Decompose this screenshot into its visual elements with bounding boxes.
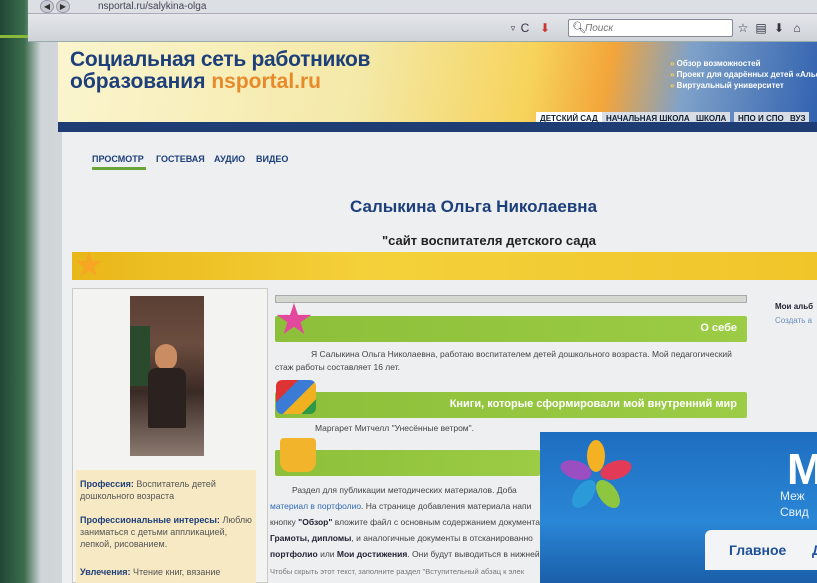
- overlay-sub-line-1: Меж: [780, 489, 805, 503]
- diplomas-label: Грамоты, дипломы: [270, 533, 352, 543]
- forward-button[interactable]: ▶: [56, 0, 70, 13]
- books-icon: [276, 380, 316, 414]
- pencil-cup-icon: [280, 438, 316, 472]
- url-text[interactable]: nsportal.ru/salykina-olga: [98, 1, 206, 12]
- screen: { "browser": { "url": "nsportal.ru/salyk…: [0, 0, 817, 583]
- header-link-project[interactable]: Проект для одарённых детей «Альф: [670, 69, 817, 80]
- logo-brand: nsportal.ru: [211, 70, 321, 93]
- interests-label: Профессиональные интересы:: [80, 515, 220, 525]
- photo-body: [148, 368, 186, 428]
- back-button[interactable]: ◀: [40, 0, 54, 13]
- overlay-logo-subtitle: Меж Свид: [780, 488, 809, 520]
- header-link-overview[interactable]: Обзор возможностей: [670, 58, 817, 69]
- profession-label: Профессия:: [80, 479, 134, 489]
- about-section-title: О себе: [700, 322, 737, 334]
- profile-hobbies: Увлечения: Чтение книг, вязание: [80, 566, 252, 578]
- add-material-link[interactable]: материал в портфолио: [270, 501, 361, 511]
- address-bar[interactable]: ◀ ▶ nsportal.ru/salykina-olga: [28, 0, 817, 14]
- clipboard-icon[interactable]: ▤: [754, 20, 768, 36]
- materials-line-4: Грамоты, дипломы, и аналогичные документ…: [270, 532, 540, 545]
- materials-or: или: [317, 549, 337, 559]
- browser-toolbar: ▿ C ⬇ 🔍︎ ☆ ▤ ⬇ ⌂: [28, 14, 817, 42]
- site-header: Социальная сеть работников образования n…: [58, 42, 817, 122]
- overlay-sub-line-2: Свид: [780, 505, 809, 519]
- reload-button[interactable]: C: [518, 20, 532, 36]
- tab-audio[interactable]: АУДИО: [214, 154, 245, 164]
- overlay-nav: Главное: [705, 530, 817, 570]
- logo-title[interactable]: Социальная сеть работников: [70, 48, 370, 72]
- materials-line-1: Раздел для публикации методических матер…: [292, 485, 517, 495]
- materials-line-5: портфолио или Мои достижения. Они будут …: [270, 548, 540, 561]
- portfolio-label: портфолио: [270, 549, 318, 559]
- hobbies-value: Чтение книг, вязание: [133, 567, 221, 577]
- about-section-header: О себе: [275, 316, 747, 342]
- overlay-nav-main[interactable]: Главное: [729, 542, 786, 558]
- addon-icon[interactable]: ⬇: [538, 20, 552, 36]
- photo-head: [155, 344, 177, 370]
- albums-title: Мои альб: [775, 302, 814, 311]
- tab-view[interactable]: ПРОСМОТР: [92, 154, 144, 164]
- hobbies-label: Увлечения:: [80, 567, 131, 577]
- download-icon[interactable]: ⬇: [772, 20, 786, 36]
- materials-line-2: материал в портфолио. На странице добавл…: [270, 500, 540, 513]
- flower-logo-icon: [560, 440, 632, 508]
- logo-subtitle-text: образования: [70, 70, 212, 93]
- bookmark-star-icon[interactable]: ☆: [736, 20, 750, 36]
- photo-tree: [130, 326, 150, 386]
- header-link-university[interactable]: Виртуальный университет: [670, 80, 817, 91]
- books-section-header: Книги, которые сформировали мой внутренн…: [275, 392, 747, 418]
- active-tab-indicator: [92, 167, 146, 170]
- avatar[interactable]: [130, 296, 204, 456]
- materials-line-3: кнопку "Обзор" вложите файл с основным с…: [270, 516, 540, 529]
- materials-line-4-text: , и аналогичные документы в отсканирован…: [351, 533, 533, 543]
- search-box[interactable]: 🔍︎: [568, 19, 733, 37]
- books-section-title: Книги, которые сформировали мой внутренн…: [449, 398, 737, 410]
- create-album-link[interactable]: Создать а: [775, 314, 813, 328]
- home-icon[interactable]: ⌂: [790, 20, 804, 36]
- materials-hint: Чтобы скрыть этот текст, заполните разде…: [270, 567, 524, 576]
- content-top-bar: [275, 295, 747, 303]
- logo-subtitle[interactable]: образования nsportal.ru: [70, 70, 321, 94]
- search-icon: 🔍︎: [572, 22, 586, 34]
- about-text: Я Салыкина Ольга Николаевна, работаю вос…: [275, 349, 732, 372]
- materials-line-2-text: . На странице добавления материала напи: [361, 501, 532, 511]
- nav-bar: [58, 122, 817, 132]
- tab-guestbook[interactable]: ГОСТЕВАЯ: [156, 154, 205, 164]
- materials-line-3-a: кнопку: [270, 517, 299, 527]
- header-links: Обзор возможностей Проект для одарённых …: [670, 58, 817, 91]
- profile-profession: Профессия: Воспитатель детей дошкольного…: [80, 478, 252, 502]
- albums-panel: Мои альб Создать а: [775, 300, 813, 328]
- books-text: Маргарет Митчелл "Унесённые ветром".: [315, 423, 475, 433]
- page-title: Салыкина Ольга Николаевна: [350, 197, 598, 216]
- materials-line-5-text: . Они будут выводиться в нижней ч: [407, 549, 540, 559]
- materials-line-3-b: вложите файл с основным содержанием доку…: [332, 517, 540, 527]
- search-input[interactable]: [585, 21, 725, 35]
- tab-video[interactable]: ВИДЕО: [256, 154, 288, 164]
- browse-button-label: "Обзор": [298, 517, 333, 527]
- overlay-nav-next[interactable]: Д: [812, 542, 817, 558]
- title-band: [72, 252, 817, 280]
- profile-interests: Профессиональные интересы: Люблю занимат…: [80, 514, 252, 550]
- page-subtitle: "сайт воспитателя детского сада: [382, 233, 596, 248]
- achievements-label: Мои достижения: [336, 549, 408, 559]
